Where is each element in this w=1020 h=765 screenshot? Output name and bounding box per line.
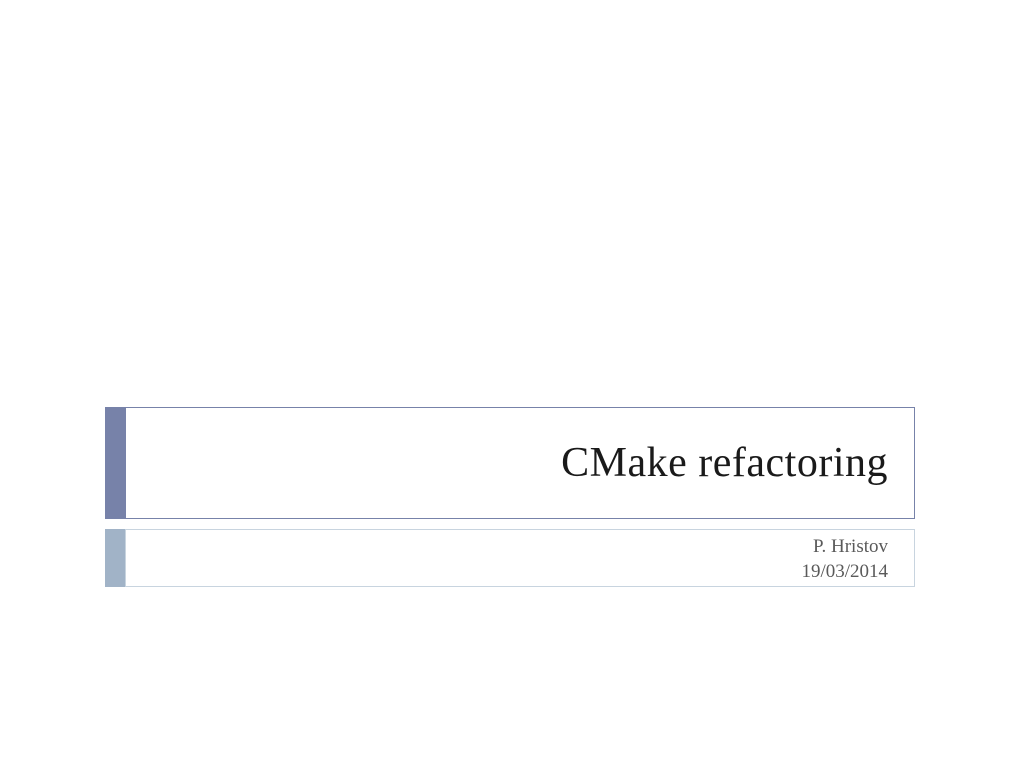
title-box: CMake refactoring (125, 407, 915, 519)
title-block: CMake refactoring (105, 407, 915, 519)
subtitle-accent-bar (105, 529, 125, 587)
subtitle-block: P. Hristov 19/03/2014 (105, 529, 915, 587)
slide-title: CMake refactoring (561, 439, 888, 487)
slide-author: P. Hristov (813, 535, 888, 560)
subtitle-box: P. Hristov 19/03/2014 (125, 529, 915, 587)
title-accent-bar (105, 407, 125, 519)
slide-date: 19/03/2014 (801, 560, 888, 585)
